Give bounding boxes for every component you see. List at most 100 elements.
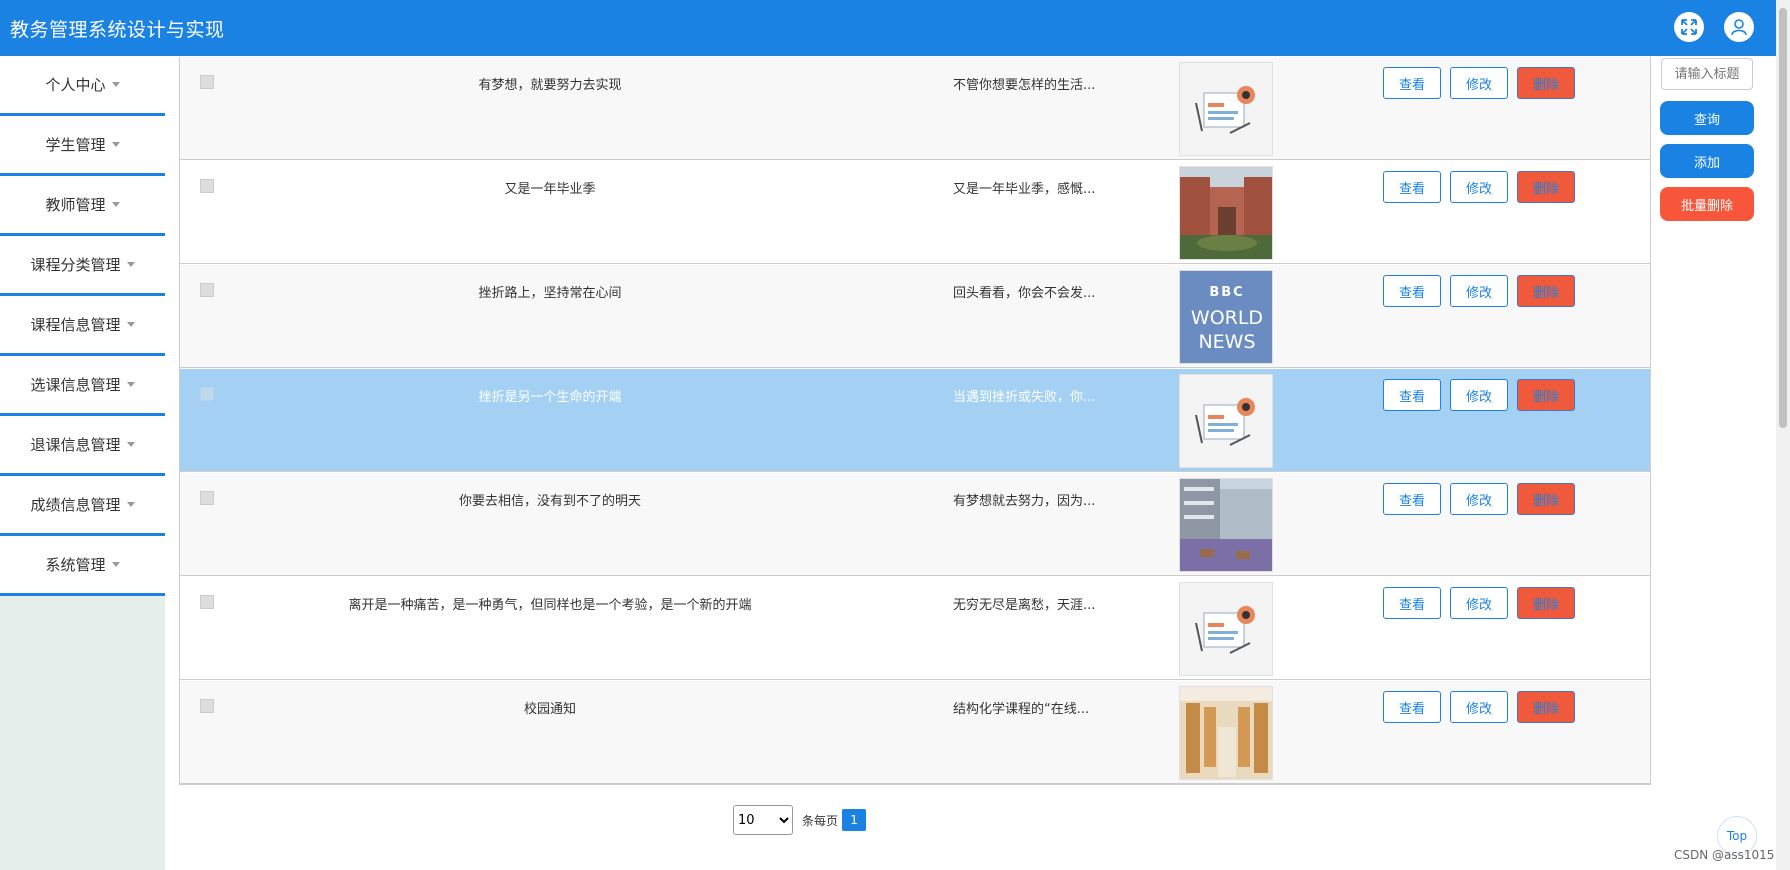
row-title: 挫折是另一个生命的开端 <box>478 390 622 405</box>
row-summary: 不管你想要怎样的生活... <box>953 78 1096 93</box>
edit-button[interactable]: 修改 <box>1450 275 1508 307</box>
watermark: CSDN @ass1015 <box>1674 848 1775 862</box>
top-bar: 教务管理系统设计与实现 <box>0 0 1776 56</box>
sidebar-item-course-categories[interactable]: 课程分类管理 <box>0 236 165 296</box>
edit-button[interactable]: 修改 <box>1450 171 1508 203</box>
edit-button[interactable]: 修改 <box>1450 483 1508 515</box>
view-button[interactable]: 查看 <box>1383 483 1441 515</box>
edit-button[interactable]: 修改 <box>1450 587 1508 619</box>
bbc-logo-line-1: BBC <box>1209 285 1245 300</box>
page-number-button[interactable]: 1 <box>842 809 867 831</box>
row-checkbox[interactable] <box>200 179 214 193</box>
sidebar-item-label: 课程信息管理 <box>30 316 121 334</box>
view-button[interactable]: 查看 <box>1383 275 1441 307</box>
row-title: 你要去相信，没有到不了的明天 <box>458 494 641 509</box>
batch-delete-button[interactable]: 批量删除 <box>1660 187 1754 221</box>
edit-button[interactable]: 修改 <box>1450 379 1508 411</box>
delete-button[interactable]: 删除 <box>1517 67 1575 99</box>
campus-building-photo <box>1179 166 1273 260</box>
expand-icon[interactable] <box>1674 12 1704 42</box>
caret-down-icon <box>111 82 120 87</box>
search-title-input[interactable] <box>1661 58 1753 90</box>
sidebar-item-students[interactable]: 学生管理 <box>0 116 165 176</box>
row-checkbox[interactable] <box>200 387 214 401</box>
edit-button[interactable]: 修改 <box>1450 67 1508 99</box>
delete-button[interactable]: 删除 <box>1517 691 1575 723</box>
row-summary: 结构化学课程的“在线... <box>953 702 1090 717</box>
row-summary: 当遇到挫折或失败，你... <box>953 390 1096 405</box>
sidebar-item-label: 教师管理 <box>45 196 106 214</box>
caret-down-icon <box>126 262 135 267</box>
view-button[interactable]: 查看 <box>1383 691 1441 723</box>
bbc-logo-line-2: WORLD <box>1190 307 1264 329</box>
row-summary: 无穷无尽是离愁，天涯... <box>953 598 1096 613</box>
news-icon-thumb <box>1179 374 1273 468</box>
table-row[interactable]: 挫折路上，坚持常在心间 回头看看，你会不会发... BBC WORLD NEWS… <box>180 265 1650 368</box>
row-title: 挫折路上，坚持常在心间 <box>478 286 622 301</box>
sidebar-item-drop-course[interactable]: 退课信息管理 <box>0 416 165 476</box>
modern-campus-photo <box>1179 478 1273 572</box>
view-button[interactable]: 查看 <box>1383 379 1441 411</box>
delete-button[interactable]: 删除 <box>1517 379 1575 411</box>
delete-button[interactable]: 删除 <box>1517 587 1575 619</box>
user-icon[interactable] <box>1724 12 1754 42</box>
row-summary: 回头看看，你会不会发... <box>953 286 1096 301</box>
table-row-selected[interactable]: 挫折是另一个生命的开端 当遇到挫折或失败，你... 查看 修改 删除 <box>180 369 1650 472</box>
add-button[interactable]: 添加 <box>1660 144 1754 178</box>
table-row[interactable]: 校园通知 结构化学课程的“在线... 查看 修改 删除 <box>180 681 1650 784</box>
per-page-label: 条每页 <box>802 813 839 828</box>
row-summary: 有梦想就去努力，因为... <box>953 494 1096 509</box>
sidebar-item-system[interactable]: 系统管理 <box>0 536 165 596</box>
view-button[interactable]: 查看 <box>1383 67 1441 99</box>
row-checkbox[interactable] <box>200 491 214 505</box>
news-icon-thumb <box>1179 582 1273 676</box>
search-button[interactable]: 查询 <box>1660 101 1754 135</box>
row-title: 有梦想，就要努力去实现 <box>478 78 622 93</box>
news-icon-thumb <box>1179 62 1273 156</box>
sidebar-item-label: 课程分类管理 <box>30 256 121 274</box>
news-table: 有梦想，就要努力去实现 不管你想要怎样的生活... 查看 修改 删除 又是一年毕… <box>179 57 1651 785</box>
row-title: 离开是一种痛苦，是一种勇气，但同样也是一个考验，是一个新的开端 <box>348 598 752 613</box>
sidebar-item-label: 选课信息管理 <box>30 376 121 394</box>
table-row[interactable]: 离开是一种痛苦，是一种勇气，但同样也是一个考验，是一个新的开端 无穷无尽是离愁，… <box>180 577 1650 680</box>
edit-button[interactable]: 修改 <box>1450 691 1508 723</box>
caret-down-icon <box>126 502 135 507</box>
sidebar-item-course-info[interactable]: 课程信息管理 <box>0 296 165 356</box>
row-checkbox[interactable] <box>200 283 214 297</box>
page-size-select[interactable]: 10 <box>733 805 793 835</box>
library-study-photo <box>1179 686 1273 780</box>
caret-down-icon <box>126 442 135 447</box>
caret-down-icon <box>126 322 135 327</box>
row-checkbox[interactable] <box>200 699 214 713</box>
row-summary: 又是一年毕业季，感慨... <box>953 182 1096 197</box>
caret-down-icon <box>111 142 120 147</box>
row-title: 又是一年毕业季 <box>504 182 596 197</box>
sidebar-item-label: 退课信息管理 <box>30 436 121 454</box>
row-checkbox[interactable] <box>200 75 214 89</box>
sidebar-item-enrollment[interactable]: 选课信息管理 <box>0 356 165 416</box>
pagination: 10 条每页 1 <box>733 805 867 835</box>
sidebar-item-label: 成绩信息管理 <box>30 496 121 514</box>
row-title: 校园通知 <box>523 702 576 717</box>
table-row[interactable]: 你要去相信，没有到不了的明天 有梦想就去努力，因为... 查看 修改 删除 <box>180 473 1650 576</box>
bbc-world-news-logo: BBC WORLD NEWS <box>1179 270 1273 364</box>
sidebar: 个人中心 学生管理 教师管理 课程分类管理 课程信息管理 选课信息管理 退课信息… <box>0 56 165 870</box>
sidebar-item-personal-center[interactable]: 个人中心 <box>0 56 165 116</box>
scrollbar-thumb[interactable] <box>1779 8 1787 428</box>
view-button[interactable]: 查看 <box>1383 587 1441 619</box>
row-checkbox[interactable] <box>200 595 214 609</box>
table-row[interactable]: 有梦想，就要努力去实现 不管你想要怎样的生活... 查看 修改 删除 <box>180 57 1650 160</box>
delete-button[interactable]: 删除 <box>1517 171 1575 203</box>
delete-button[interactable]: 删除 <box>1517 275 1575 307</box>
view-button[interactable]: 查看 <box>1383 171 1441 203</box>
sidebar-item-label: 系统管理 <box>45 556 106 574</box>
caret-down-icon <box>126 382 135 387</box>
sidebar-item-teachers[interactable]: 教师管理 <box>0 176 165 236</box>
page-scrollbar[interactable] <box>1776 0 1790 870</box>
table-row[interactable]: 又是一年毕业季 又是一年毕业季，感慨... 查看 修改 删除 <box>180 161 1650 264</box>
delete-button[interactable]: 删除 <box>1517 483 1575 515</box>
app-title: 教务管理系统设计与实现 <box>10 19 225 41</box>
bbc-logo-line-3: NEWS <box>1198 331 1256 353</box>
caret-down-icon <box>111 202 120 207</box>
sidebar-item-grades[interactable]: 成绩信息管理 <box>0 476 165 536</box>
